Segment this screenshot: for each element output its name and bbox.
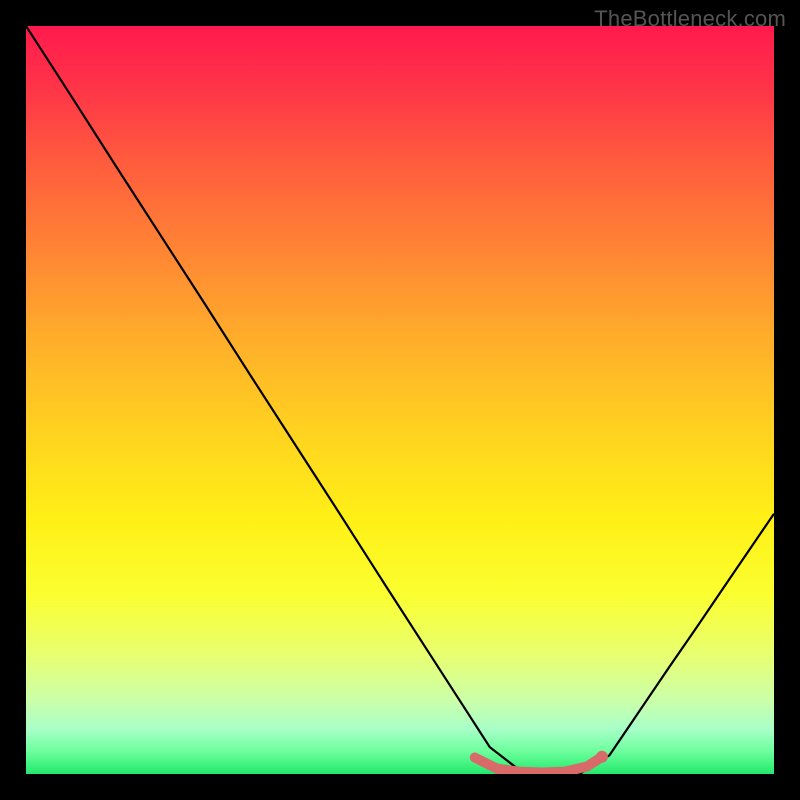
watermark-text: TheBottleneck.com xyxy=(594,6,786,32)
plot-area xyxy=(26,26,774,774)
bottleneck-curve xyxy=(26,26,774,774)
sweet-spot-marker xyxy=(475,757,602,773)
sweet-spot-end-dot xyxy=(596,751,608,763)
chart-svg xyxy=(26,26,774,774)
